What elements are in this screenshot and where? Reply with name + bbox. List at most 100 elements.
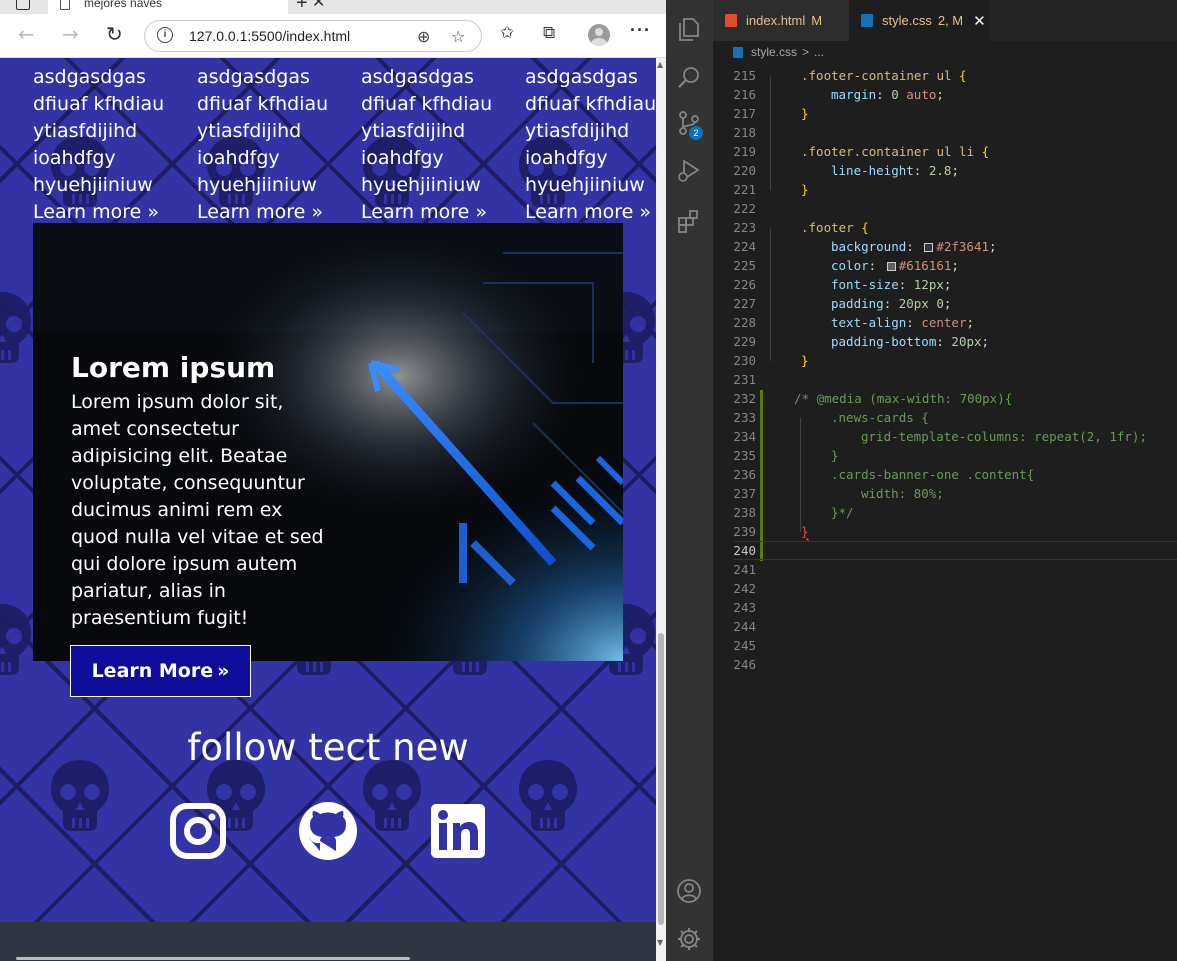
- code-token: }: [831, 448, 839, 463]
- code-line[interactable]: 243: [713, 598, 1177, 617]
- code-line[interactable]: 223 .footer {: [713, 218, 1177, 237]
- news-card-text: hyuehjiiniuw: [361, 174, 481, 196]
- close-icon[interactable]: ✕: [973, 12, 986, 30]
- code-line[interactable]: 245: [713, 636, 1177, 655]
- tab-style-css[interactable]: style.css 2, M ✕: [849, 0, 989, 41]
- code-token: #2f3641: [936, 239, 990, 254]
- code-token: #616161: [898, 258, 952, 273]
- settings-gear-icon[interactable]: [676, 926, 702, 952]
- browser-toolbar: ← → ↻ i 127.0.0.1:5500/index.html ⊕ ☆ ✩ …: [0, 14, 666, 58]
- page-footer: [0, 922, 656, 961]
- code-line[interactable]: 233 .news-cards {: [713, 408, 1177, 427]
- code-line[interactable]: 237 width: 80%;: [713, 484, 1177, 503]
- code-line[interactable]: 241: [713, 560, 1177, 579]
- code-line[interactable]: 225 color: #616161;: [713, 256, 1177, 275]
- learn-more-button[interactable]: Learn More »: [70, 645, 251, 697]
- code-editor[interactable]: 215 .footer-container ul {216 margin: 0 au…: [713, 66, 1177, 674]
- tab-close-icon[interactable]: ✕: [312, 0, 325, 12]
- favorite-add-icon[interactable]: ☆: [451, 27, 465, 46]
- new-tab-button[interactable]: +: [296, 0, 308, 15]
- code-line[interactable]: 224 background: #2f3641;: [713, 237, 1177, 256]
- code-token: text-align: [831, 315, 907, 330]
- scroll-up-icon[interactable]: ▲: [657, 60, 663, 69]
- code-token: .footer: [801, 220, 862, 235]
- code-line[interactable]: 229 padding-bottom: 20px;: [713, 332, 1177, 351]
- collections-icon[interactable]: ⧉: [543, 23, 555, 43]
- explorer-icon[interactable]: [676, 16, 702, 42]
- tab-index-html[interactable]: index.html M: [713, 0, 849, 41]
- breadcrumb-file[interactable]: style.css: [751, 45, 797, 59]
- code-text: font-size: 12px;: [771, 275, 951, 294]
- code-text: }: [771, 446, 839, 465]
- extensions-icon[interactable]: [676, 208, 702, 234]
- reload-icon[interactable]: ↻: [106, 22, 123, 46]
- news-card-text: asdgasdgas: [33, 66, 146, 88]
- github-icon[interactable]: [298, 801, 358, 861]
- code-line[interactable]: 236 .cards-banner-one .content{: [713, 465, 1177, 484]
- code-line[interactable]: 222: [713, 199, 1177, 218]
- scroll-thumb[interactable]: [658, 633, 664, 925]
- code-line[interactable]: 239}: [713, 522, 1177, 541]
- favorites-icon[interactable]: ✩: [500, 23, 514, 43]
- code-line[interactable]: 228 text-align: center;: [713, 313, 1177, 332]
- news-card-text: ytiasfdijihd: [361, 120, 466, 142]
- horizontal-scroll-thumb[interactable]: [16, 957, 410, 960]
- code-line[interactable]: 246: [713, 655, 1177, 674]
- breadcrumb-symbol[interactable]: ...: [814, 45, 824, 59]
- scroll-down-icon[interactable]: ▼: [657, 938, 663, 947]
- code-line[interactable]: 217}: [713, 104, 1177, 123]
- code-line[interactable]: 240: [713, 541, 1177, 560]
- indent-guide: [770, 228, 771, 361]
- code-line[interactable]: 238}*/: [713, 503, 1177, 522]
- learn-more-link[interactable]: Learn more »: [197, 199, 357, 226]
- address-bar[interactable]: i 127.0.0.1:5500/index.html ⊕ ☆: [144, 20, 482, 52]
- page-scrollbar[interactable]: ▲ ▼: [656, 58, 666, 961]
- code-line[interactable]: 216 margin: 0 auto;: [713, 85, 1177, 104]
- line-number: 221: [733, 182, 756, 197]
- code-text: background: #2f3641;: [771, 237, 997, 256]
- code-line[interactable]: 235}: [713, 446, 1177, 465]
- forward-arrow-icon[interactable]: →: [62, 22, 79, 46]
- profile-icon[interactable]: [588, 24, 610, 46]
- indent-guide: [770, 152, 771, 190]
- code-line[interactable]: 219 .footer.container ul li {: [713, 142, 1177, 161]
- line-number: 233: [733, 410, 756, 425]
- line-number: 226: [733, 277, 756, 292]
- search-icon[interactable]: [676, 64, 702, 90]
- sidebar-icon[interactable]: [16, 0, 30, 10]
- color-swatch[interactable]: [924, 243, 934, 252]
- code-line[interactable]: 221}: [713, 180, 1177, 199]
- info-icon[interactable]: i: [157, 27, 173, 43]
- code-token: {: [861, 220, 869, 235]
- code-line[interactable]: 227 padding: 20px 0;: [713, 294, 1177, 313]
- learn-more-link[interactable]: Learn more »: [525, 199, 656, 226]
- more-icon[interactable]: ···: [630, 20, 651, 41]
- news-card: asdgasdgas dfiuaf kfhdiau ytiasfdijihd ioah…: [197, 64, 357, 226]
- code-line[interactable]: 232 /* @media (max-width: 700px){: [713, 389, 1177, 408]
- code-token: :: [868, 258, 884, 273]
- code-line[interactable]: 220 line-height: 2.8;: [713, 161, 1177, 180]
- back-arrow-icon[interactable]: ←: [18, 22, 35, 46]
- code-line[interactable]: 226 font-size: 12px;: [713, 275, 1177, 294]
- accounts-icon[interactable]: [676, 878, 702, 904]
- code-line[interactable]: 244: [713, 617, 1177, 636]
- code-line[interactable]: 234 grid-template-columns: repeat(2, 1fr)…: [713, 427, 1177, 446]
- color-swatch[interactable]: [886, 262, 896, 271]
- zoom-icon[interactable]: ⊕: [417, 27, 430, 46]
- skull-icon: [48, 758, 112, 834]
- learn-more-link[interactable]: Learn more »: [33, 199, 193, 226]
- instagram-icon[interactable]: [168, 801, 228, 861]
- run-debug-icon[interactable]: [676, 158, 702, 184]
- code-line[interactable]: 218: [713, 123, 1177, 142]
- code-line[interactable]: 215 .footer-container ul {: [713, 66, 1177, 85]
- linkedin-icon[interactable]: [428, 801, 488, 861]
- code-line[interactable]: 242: [713, 579, 1177, 598]
- code-line[interactable]: 230}: [713, 351, 1177, 370]
- browser-tab[interactable]: mejores naves ✕: [48, 0, 325, 14]
- code-token: :: [906, 315, 922, 330]
- code-token: 2.8: [928, 163, 952, 178]
- editor-tabs: index.html M style.css 2, M ✕: [713, 0, 1177, 41]
- learn-more-link[interactable]: Learn more »: [361, 199, 521, 226]
- address-url[interactable]: 127.0.0.1:5500/index.html: [189, 28, 350, 44]
- code-line[interactable]: 231: [713, 370, 1177, 389]
